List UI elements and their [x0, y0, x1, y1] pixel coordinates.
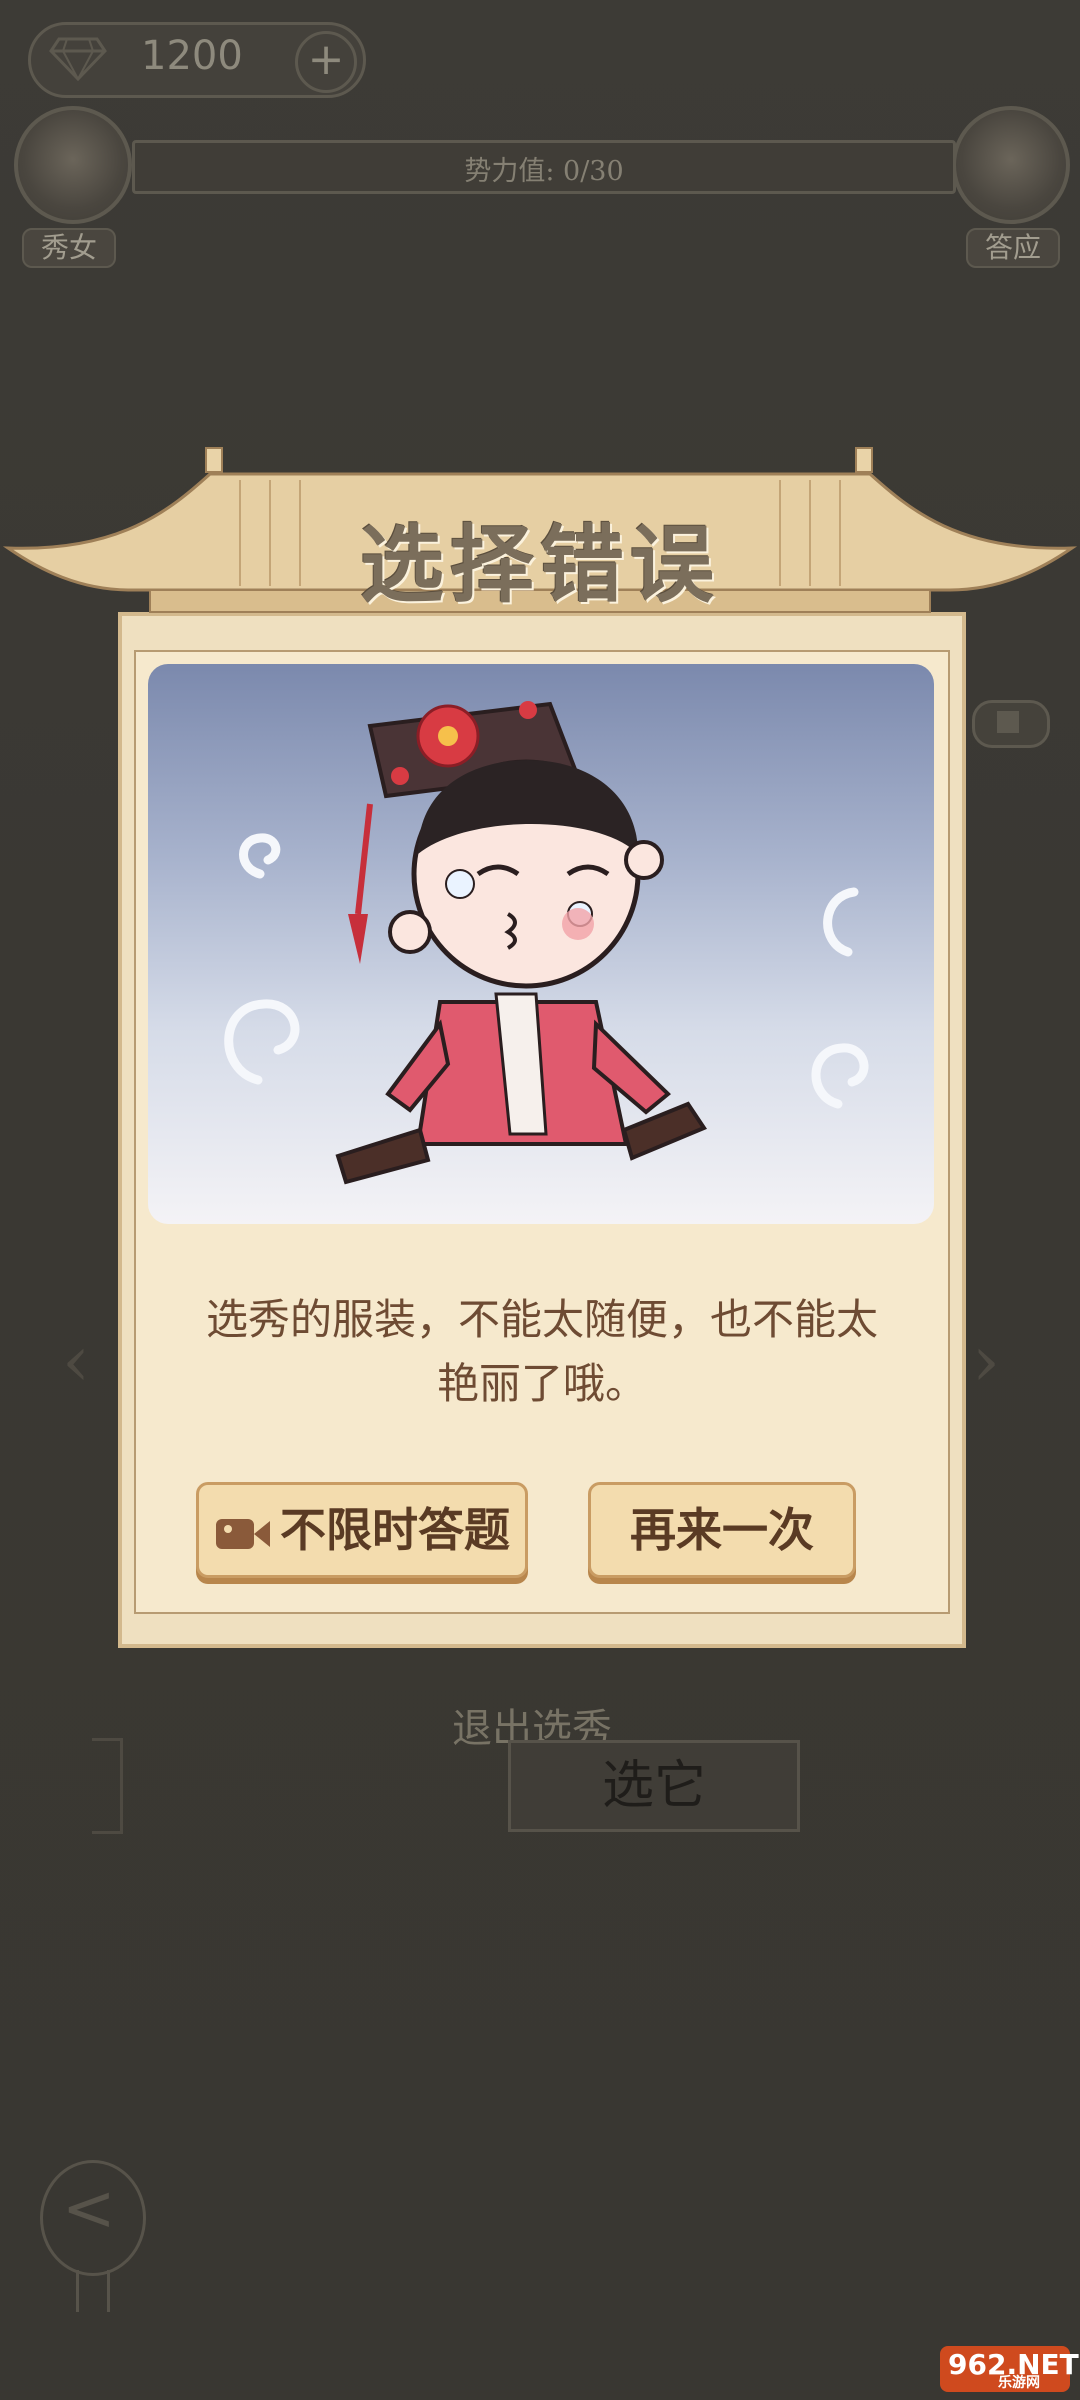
- add-gems-button[interactable]: +: [295, 31, 357, 93]
- dialog-title: 选择错误: [359, 515, 720, 614]
- left-option-frame: [92, 1738, 123, 1834]
- retry-button[interactable]: 再来一次: [588, 1482, 856, 1578]
- gem-counter: 1200 +: [28, 22, 366, 98]
- video-camera-icon: [216, 1519, 270, 1549]
- power-value: 势力值: 0/30: [464, 156, 624, 187]
- next-rank-avatar: [952, 106, 1070, 224]
- lantern-tassel: [76, 2270, 110, 2312]
- unlimited-time-button[interactable]: 不限时答题: [196, 1482, 528, 1578]
- current-rank-avatar: [14, 106, 132, 224]
- choose-button[interactable]: 选它: [508, 1740, 800, 1832]
- power-progress-bar: 势力值: 0/30: [132, 140, 956, 194]
- plus-icon: +: [307, 34, 345, 85]
- dialog-message-line2: 艳丽了哦。: [436, 1359, 647, 1408]
- next-arrow-icon[interactable]: ›: [972, 1320, 1000, 1402]
- watermark-bottom: 乐游网: [998, 2375, 1040, 2391]
- video-icon[interactable]: [972, 700, 1050, 748]
- next-rank-label: 答应: [966, 228, 1060, 268]
- back-arrow-icon: <: [62, 2172, 116, 2246]
- dialog-message-line1: 选秀的服装，不能太随便，也不能太: [205, 1295, 878, 1344]
- gem-count: 1200: [141, 33, 243, 79]
- sad-official-illustration: [148, 664, 934, 1224]
- current-rank-label: 秀女: [22, 228, 116, 268]
- unlimited-time-label: 不限时答题: [280, 1503, 510, 1557]
- prev-arrow-icon[interactable]: ‹: [62, 1320, 90, 1402]
- diamond-icon: [49, 37, 107, 81]
- site-watermark: 962.NET 乐游网: [940, 2346, 1079, 2392]
- dialog-message: 选秀的服装，不能太随便，也不能太 艳丽了哦。: [168, 1288, 916, 1416]
